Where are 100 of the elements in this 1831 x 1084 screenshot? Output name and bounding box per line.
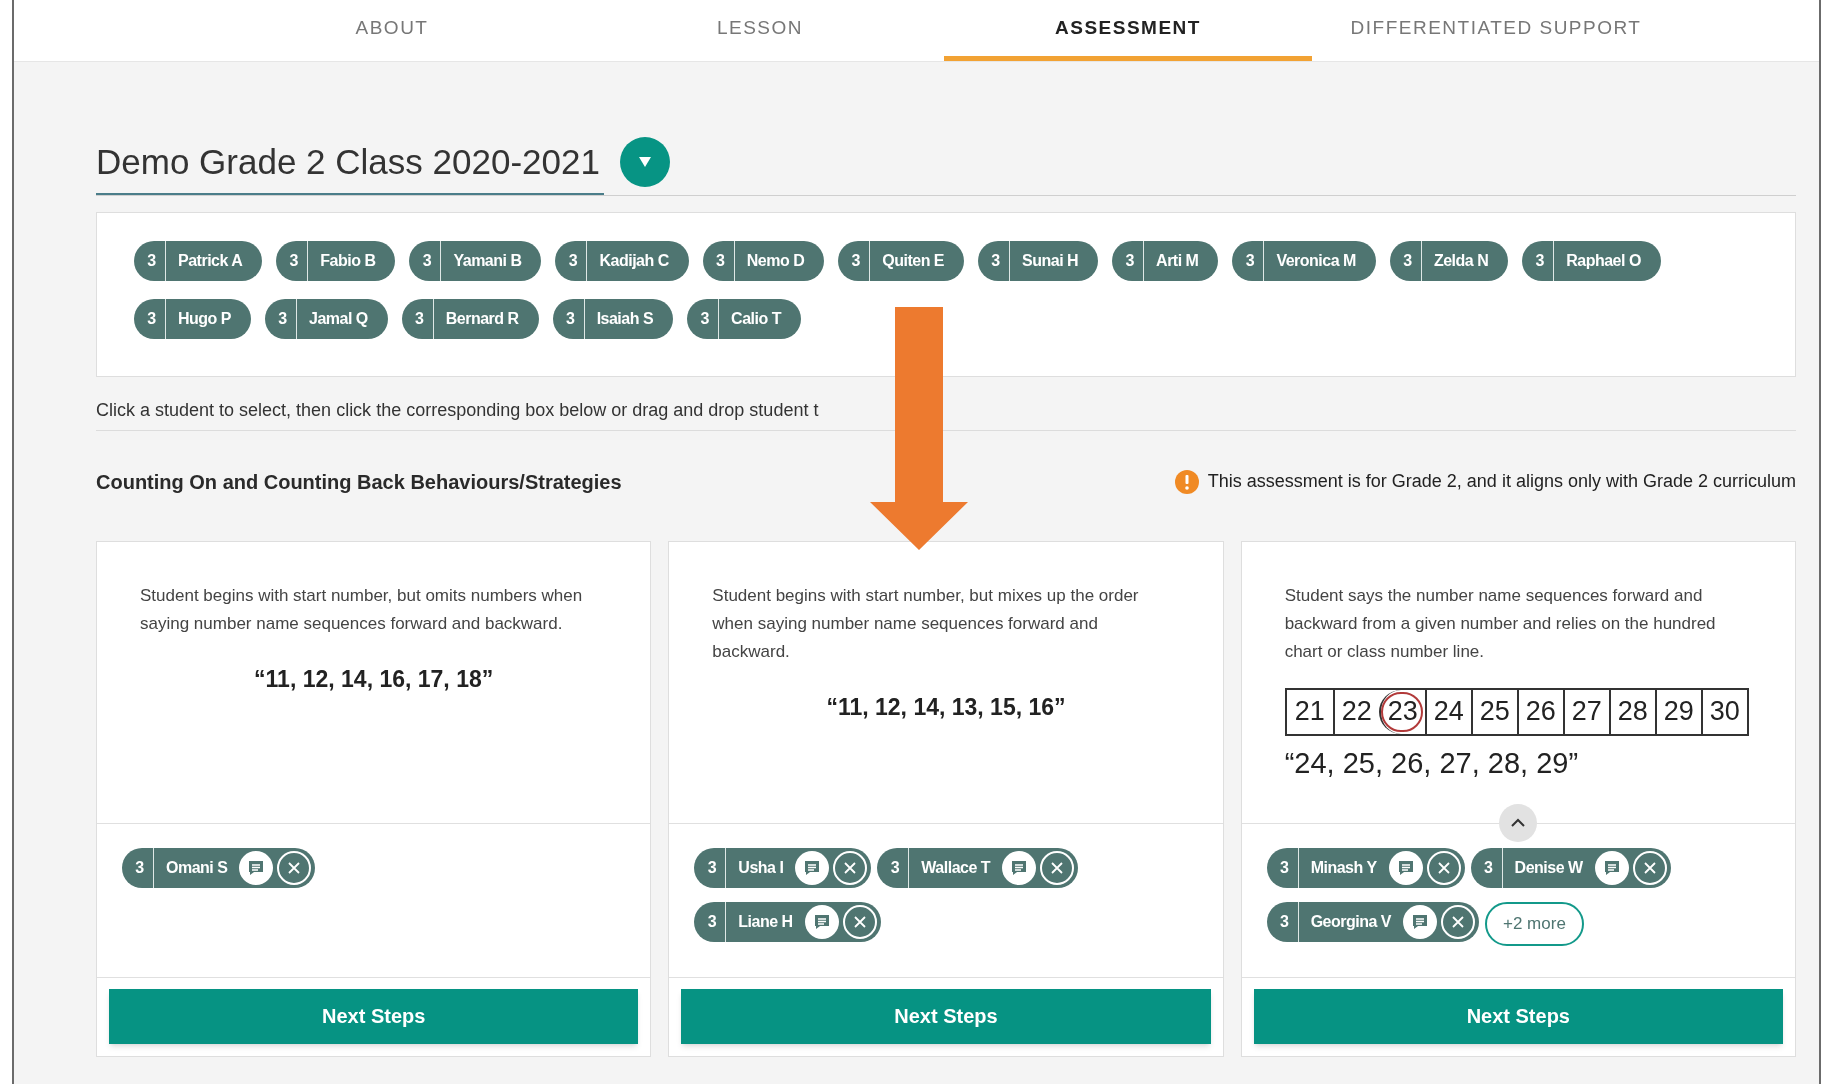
student-name: Wallace T <box>920 857 992 878</box>
comment-icon[interactable] <box>795 850 830 885</box>
card-description: Student begins with start number, but omits numbers when saying number name sequences forward and backward. <box>140 584 584 635</box>
example-quote: “11, 12, 14, 16, 17, 18” <box>253 664 495 694</box>
comment-icon[interactable] <box>804 904 839 939</box>
next-steps-button[interactable]: Next Steps <box>109 988 639 1044</box>
level-number: 3 <box>401 298 434 339</box>
number-cell: 24 <box>1424 689 1471 734</box>
comment-icon[interactable] <box>1594 850 1629 885</box>
level-number: 3 <box>134 240 166 281</box>
level-number: 3 <box>694 847 727 888</box>
example-quote: “24, 25, 26, 27, 28, 29” <box>1284 745 1580 781</box>
student-chip[interactable]: 3 Denise W <box>1470 847 1671 888</box>
grade-notice: This assessment is for Grade 2, and it aligns only with Grade 2 curriculum <box>1207 470 1796 493</box>
level-number: 3 <box>694 901 727 942</box>
student-name: Usha I <box>737 857 785 878</box>
student-chip[interactable]: 3 Liane H <box>694 901 881 942</box>
level-number: 3 <box>276 240 309 281</box>
level-number: 3 <box>877 847 910 888</box>
student-chip[interactable]: 3 Fabio B <box>276 240 396 281</box>
student-chip[interactable]: 3 Hugo P <box>134 298 251 339</box>
example-quote: “11, 12, 14, 13, 15, 16” <box>825 692 1067 722</box>
student-name: Raphael O <box>1565 250 1642 271</box>
down-arrow-icon <box>870 307 968 550</box>
level-number: 3 <box>1112 240 1145 281</box>
collapse-button[interactable] <box>1499 803 1538 842</box>
level-number: 3 <box>1232 240 1265 281</box>
level-number: 3 <box>122 847 154 888</box>
comment-icon[interactable] <box>239 850 274 885</box>
close-icon[interactable] <box>1040 850 1075 885</box>
comment-icon[interactable] <box>1002 850 1037 885</box>
level-number: 3 <box>1266 901 1299 942</box>
close-icon[interactable] <box>833 850 868 885</box>
student-chip[interactable]: 3 Isaiah S <box>552 298 674 339</box>
student-chip[interactable]: 3 Sunai H <box>978 240 1099 281</box>
student-name: Minash Y <box>1309 857 1378 878</box>
student-name: Veronica M <box>1275 250 1357 271</box>
number-cell: 28 <box>1608 689 1655 734</box>
level-number: 3 <box>687 298 720 339</box>
student-name: Yamani B <box>452 250 523 271</box>
close-icon[interactable] <box>277 850 312 885</box>
student-name: Patrick A <box>177 250 244 271</box>
level-number: 3 <box>265 298 297 339</box>
student-chip[interactable]: 3 Bernard R <box>401 298 539 339</box>
student-name: Omani S <box>165 857 229 878</box>
more-button[interactable]: +2 more <box>1485 901 1584 946</box>
student-chip[interactable]: 3 Arti M <box>1112 240 1219 281</box>
level-number: 3 <box>978 240 1010 281</box>
level-number: 3 <box>1266 847 1299 888</box>
student-chip[interactable]: 3 Zelda N <box>1389 240 1509 281</box>
tab[interactable]: DIFFERENTIATED SUPPORT <box>1312 0 1680 61</box>
number-cell: 27 <box>1562 689 1609 734</box>
close-icon[interactable] <box>842 904 877 939</box>
number-cell: 22 <box>1332 689 1379 734</box>
student-chip[interactable]: 3 Nemo D <box>702 240 825 281</box>
comment-icon[interactable] <box>1403 904 1437 939</box>
student-chip[interactable]: 3 Yamani B <box>409 240 542 281</box>
student-chip[interactable]: 3 Omani S <box>122 847 316 888</box>
next-steps-button[interactable]: Next Steps <box>1253 988 1783 1044</box>
student-chip[interactable]: 3 Wallace T <box>877 847 1079 888</box>
student-chip[interactable]: 3 Usha I <box>694 847 872 888</box>
student-name: Zelda N <box>1432 250 1490 271</box>
student-chip[interactable]: 3 Georgina V <box>1266 901 1479 942</box>
next-steps-button[interactable]: Next Steps <box>681 988 1211 1044</box>
level-number: 3 <box>702 240 735 281</box>
student-name: Liane H <box>737 911 794 932</box>
student-name: Bernard R <box>444 308 520 329</box>
student-name: Nemo D <box>745 250 806 271</box>
comment-icon[interactable] <box>1388 850 1423 885</box>
student-chip[interactable]: 3 Jamal Q <box>265 298 388 339</box>
close-icon[interactable] <box>1441 904 1475 939</box>
number-cell-text: 21 <box>1293 695 1326 729</box>
student-chip[interactable]: 3 Veronica M <box>1232 240 1376 281</box>
student-name: Hugo P <box>177 308 232 329</box>
student-chip[interactable]: 3 Calio T <box>687 298 801 339</box>
warning-icon <box>1173 468 1200 495</box>
tab[interactable]: ASSESSMENT <box>944 0 1312 61</box>
student-chip[interactable]: 3 Raphael O <box>1522 240 1661 281</box>
level-number: 3 <box>1389 240 1422 281</box>
close-icon[interactable] <box>1426 850 1461 885</box>
student-name: Arti M <box>1155 250 1200 271</box>
student-name: Denise W <box>1513 857 1584 878</box>
student-chip[interactable]: 3 Minash Y <box>1266 847 1465 888</box>
level-number: 3 <box>134 298 166 339</box>
number-cell: 23 <box>1378 689 1425 734</box>
class-title: Demo Grade 2 Class 2020-2021 <box>96 136 604 195</box>
card-description: Student begins with start number, but mixes up the order when saying number name sequences forward and backward. <box>712 584 1140 663</box>
student-chip[interactable]: 3 Patrick A <box>134 240 263 281</box>
student-chip[interactable]: 3 Quiten E <box>838 240 964 281</box>
close-icon[interactable] <box>1632 850 1667 885</box>
level-number: 3 <box>409 240 442 281</box>
number-cell: 25 <box>1470 689 1517 734</box>
section-title: Counting On and Counting Back Behaviours/Strategies <box>96 469 622 495</box>
student-name: Georgina V <box>1309 911 1392 932</box>
tab[interactable]: ABOUT <box>208 0 576 61</box>
level-number: 3 <box>1470 847 1503 888</box>
student-chip[interactable]: 3 Kadijah C <box>555 240 689 281</box>
tab[interactable]: LESSON <box>576 0 944 61</box>
student-name: Sunai H <box>1021 250 1080 271</box>
student-name: Isaiah S <box>595 308 655 329</box>
